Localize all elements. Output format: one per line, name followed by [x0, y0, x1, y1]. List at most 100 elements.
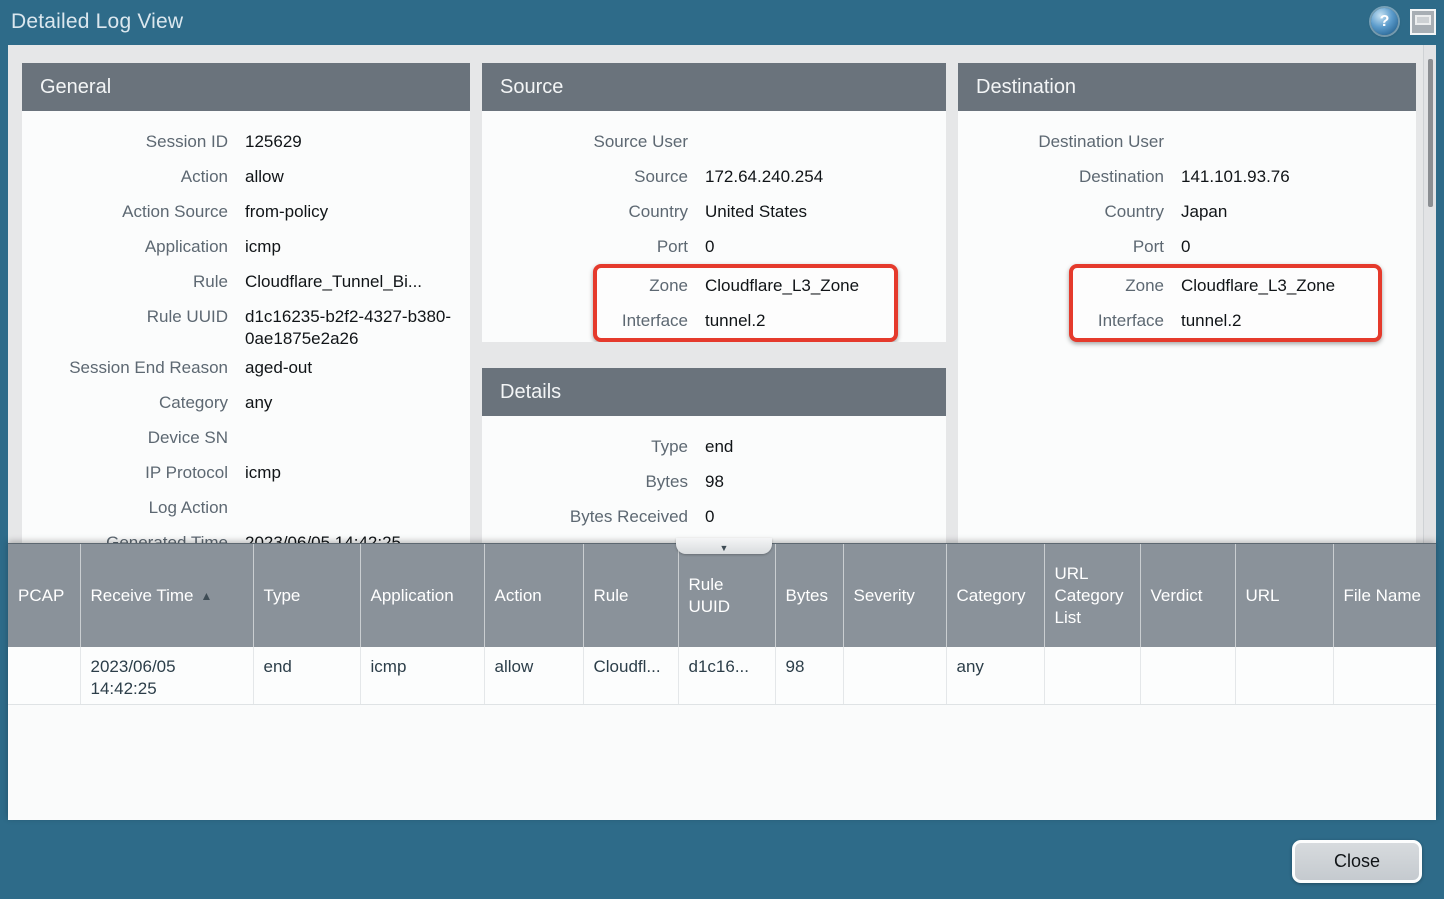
field-value: 141.101.93.76 — [1164, 159, 1416, 188]
field-row-source: Source172.64.240.254 — [482, 159, 946, 194]
column-header-url-category-list[interactable]: URL Category List — [1044, 544, 1140, 647]
field-row-action-source: Action Sourcefrom-policy — [22, 194, 470, 229]
panel-general-title: General — [22, 63, 470, 111]
field-label: Zone — [1073, 268, 1164, 297]
field-row-interface: Interfacetunnel.2 — [597, 303, 894, 338]
log-cell-rule: Cloudfl... — [583, 647, 678, 704]
field-label: Zone — [597, 268, 688, 297]
field-label: Destination User — [958, 124, 1164, 153]
page-title: Detailed Log View — [11, 10, 183, 34]
help-glyph: ? — [1380, 13, 1390, 30]
field-row-type: Typeend — [482, 429, 946, 464]
panel-details-title: Details — [482, 368, 946, 416]
column-header-severity[interactable]: Severity — [843, 544, 946, 647]
column-header-rule[interactable]: Rule — [583, 544, 678, 647]
field-label: Session End Reason — [22, 350, 228, 379]
dialog-titlebar: Detailed Log View ? — [0, 0, 1444, 45]
column-header-label: Type — [264, 586, 301, 605]
column-header-label: Rule — [594, 586, 629, 605]
field-row-source-user: Source User — [482, 124, 946, 159]
field-label: Country — [958, 194, 1164, 223]
field-label: Generated Time — [22, 525, 228, 543]
window-restore-icon[interactable] — [1410, 9, 1436, 35]
field-row-application: Applicationicmp — [22, 229, 470, 264]
field-value: 0 — [688, 499, 946, 528]
field-row-rule-uuid: Rule UUIDd1c16235-b2f2-4327-b380-0ae1875… — [22, 299, 470, 350]
field-row-zone: ZoneCloudflare_L3_Zone — [1073, 268, 1378, 303]
field-label: Source — [482, 159, 688, 188]
panel-general: General Session ID125629ActionallowActio… — [22, 63, 470, 543]
field-value: from-policy — [228, 194, 470, 223]
field-value: Japan — [1164, 194, 1416, 223]
log-table-row[interactable]: 2023/06/05 14:42:25endicmpallowCloudfl..… — [8, 647, 1436, 704]
field-label: Bytes Received — [482, 499, 688, 528]
close-button[interactable]: Close — [1292, 840, 1422, 883]
panel-details: Details TypeendBytes98Bytes Received0 — [482, 368, 946, 543]
field-row-port: Port0 — [482, 229, 946, 264]
field-value: tunnel.2 — [1164, 303, 1378, 332]
column-header-verdict[interactable]: Verdict — [1140, 544, 1235, 647]
log-table: PCAP Receive Time ▲ Type ApplicationAction Ru… — [8, 544, 1436, 705]
column-header-label: Severity — [854, 586, 915, 605]
column-header-file-name[interactable]: File Name — [1333, 544, 1436, 647]
log-cell-application: icmp — [360, 647, 484, 704]
field-label: IP Protocol — [22, 455, 228, 484]
panel-destination: Destination Destination UserDestination1… — [958, 63, 1416, 543]
field-row-port: Port0 — [958, 229, 1416, 264]
field-label: Action Source — [22, 194, 228, 223]
field-value: aged-out — [228, 350, 470, 379]
column-header-category[interactable]: Category — [946, 544, 1044, 647]
field-label: Port — [958, 229, 1164, 258]
panel-destination-title: Destination — [958, 63, 1416, 111]
log-cell-action: allow — [484, 647, 583, 704]
field-row-ip-protocol: IP Protocolicmp — [22, 455, 470, 490]
field-label: Type — [482, 429, 688, 458]
field-label: Action — [22, 159, 228, 188]
column-header-rule-uuid[interactable]: Rule UUID — [678, 544, 775, 647]
field-label: Destination — [958, 159, 1164, 188]
panel-source-body: Source UserSource172.64.240.254CountryUn… — [482, 111, 946, 342]
help-icon[interactable]: ? — [1371, 8, 1398, 35]
field-label: Port — [482, 229, 688, 258]
column-header-label: URL Category List — [1055, 564, 1124, 627]
field-label: Country — [482, 194, 688, 223]
log-cell-bytes: 98 — [775, 647, 843, 704]
log-table-area: ▼ PCAPReceive Time▲TypeApplicationAction… — [8, 543, 1436, 820]
field-row-session-id: Session ID125629 — [22, 124, 470, 159]
log-cell-type: end — [253, 647, 360, 704]
field-row-bytes: Bytes98 — [482, 464, 946, 499]
field-row-category: Categoryany — [22, 385, 470, 420]
field-row-generated-time: Generated Time2023/06/05 14:42:25 — [22, 525, 470, 543]
field-value: 172.64.240.254 — [688, 159, 946, 188]
field-row-zone: ZoneCloudflare_L3_Zone — [597, 268, 894, 303]
field-label: Device SN — [22, 420, 228, 449]
log-cell-category: any — [946, 647, 1044, 704]
log-cell-url — [1235, 647, 1333, 704]
field-label: Application — [22, 229, 228, 258]
column-header-url[interactable]: URL — [1235, 544, 1333, 647]
log-table-header-row: PCAP Receive Time ▲ Type ApplicationAction Ru… — [8, 544, 1436, 647]
column-header-bytes[interactable]: Bytes — [775, 544, 843, 647]
column-header-label: Receive Time — [91, 586, 194, 605]
field-value: 0 — [688, 229, 946, 258]
field-row-destination: Destination141.101.93.76 — [958, 159, 1416, 194]
panel-source-title: Source — [482, 63, 946, 111]
column-header-label: Category — [957, 586, 1026, 605]
field-label: Source User — [482, 124, 688, 153]
field-row-interface: Interfacetunnel.2 — [1073, 303, 1378, 338]
field-row-device-sn: Device SN — [22, 420, 470, 455]
column-header-pcap[interactable]: PCAP — [8, 544, 80, 647]
sort-ascending-icon: ▲ — [200, 589, 212, 603]
column-header-type[interactable]: Type — [253, 544, 360, 647]
column-header-application[interactable]: Application — [360, 544, 484, 647]
field-value: 125629 — [228, 124, 470, 153]
panel-source: Source Source UserSource172.64.240.254Co… — [482, 63, 946, 342]
column-header-action[interactable]: Action — [484, 544, 583, 647]
collapse-handle[interactable]: ▼ — [676, 538, 772, 554]
column-header-receive-time[interactable]: Receive Time ▲ — [80, 544, 253, 647]
panel-general-body: Session ID125629ActionallowAction Source… — [22, 111, 470, 543]
log-cell-verdict — [1140, 647, 1235, 704]
scrollbar-thumb[interactable] — [1428, 59, 1433, 207]
vertical-scrollbar[interactable] — [1423, 45, 1436, 543]
field-value: icmp — [228, 229, 470, 258]
